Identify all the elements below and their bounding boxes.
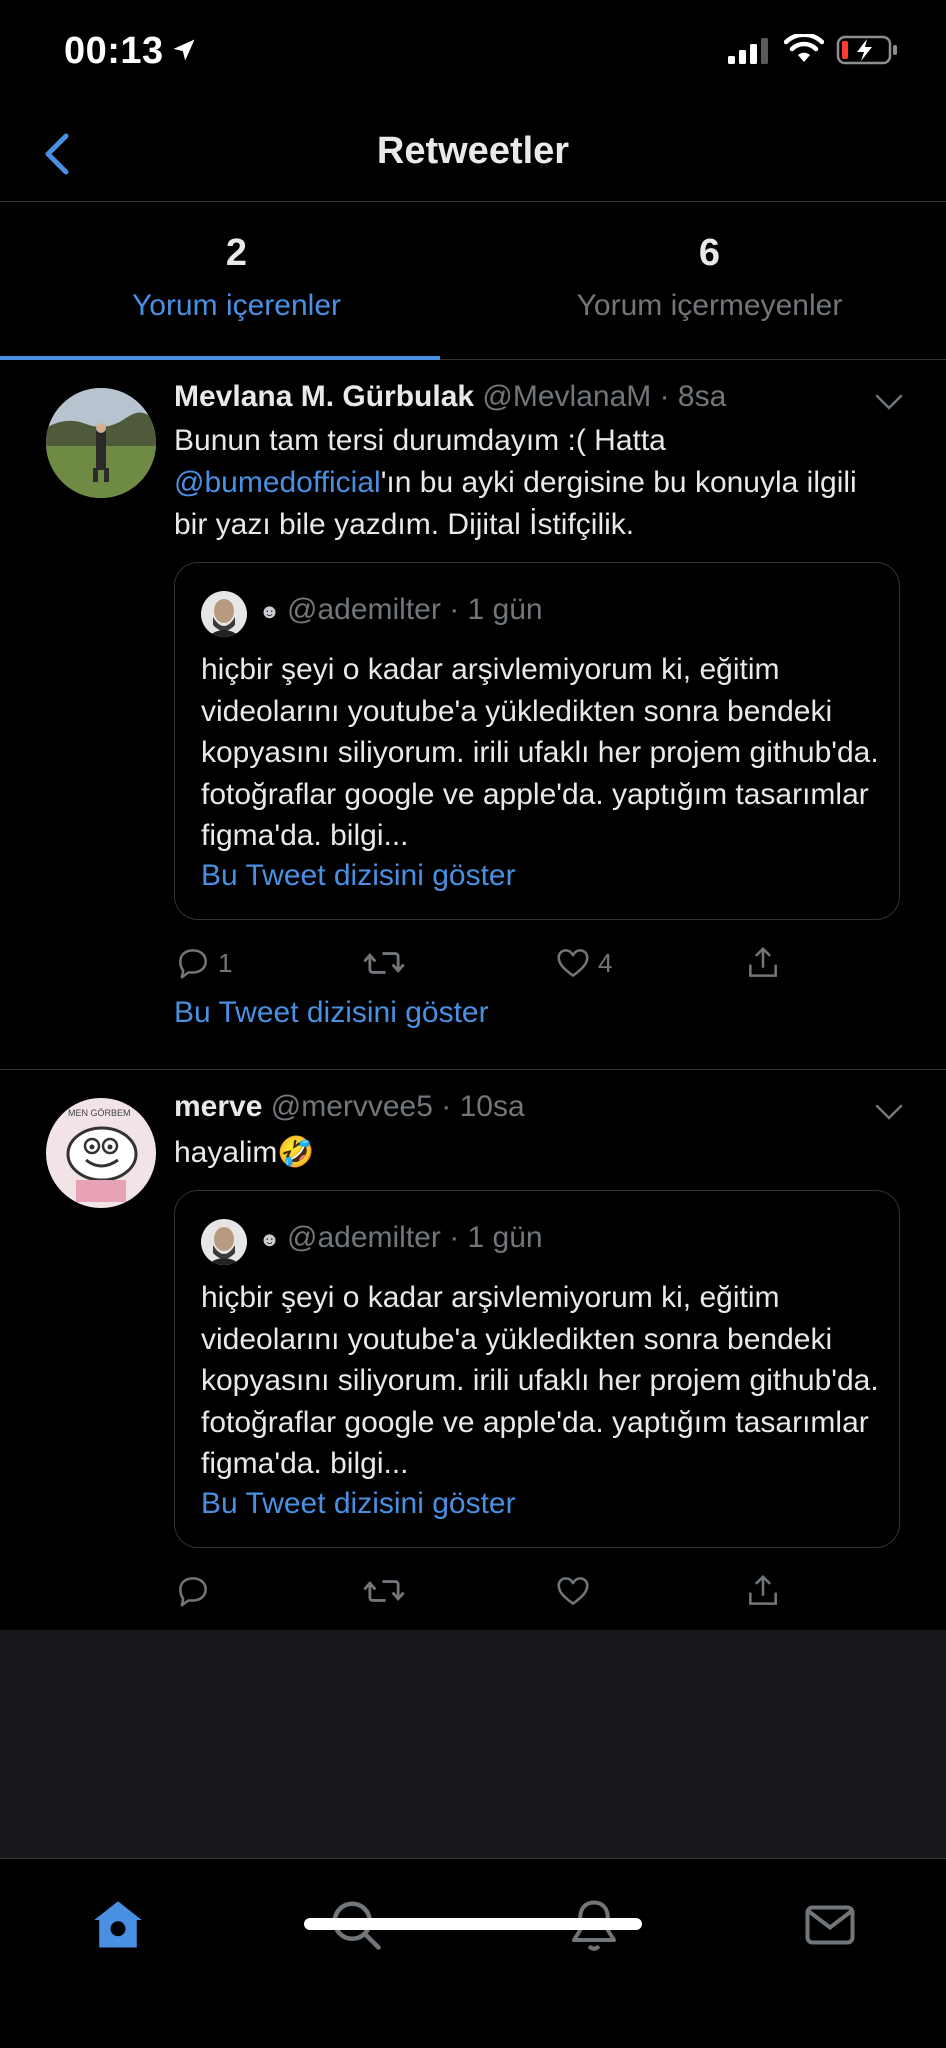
reply-icon [179, 949, 207, 979]
quoted-thread-link[interactable]: Bu Tweet dizisini göster [201, 859, 516, 893]
chevron-down-icon[interactable] [874, 1102, 904, 1122]
retweet-button[interactable] [362, 938, 412, 988]
smile-icon: ☻ [259, 1229, 281, 1251]
tab-count: 2 [225, 232, 248, 274]
bottom-tab-bar [0, 1858, 946, 2048]
home-icon[interactable] [88, 1895, 148, 1955]
tweet-text: hayalim🤣 [174, 1136, 315, 1169]
mail-icon[interactable] [800, 1895, 860, 1955]
share-button[interactable] [744, 938, 782, 988]
tweet[interactable]: MEN GÖRBEM merve @mervvee5 · 10sa hayali… [0, 1070, 946, 1630]
smile-icon: ☻ [259, 601, 281, 623]
quoted-tweet[interactable]: ☻ @ademilter · 1 gün hiçbir şeyi o kadar… [174, 1190, 900, 1548]
mention-link[interactable]: @bumedofficial [174, 466, 381, 499]
avatar[interactable]: MEN GÖRBEM [46, 1098, 156, 1208]
quoted-thread-link[interactable]: Bu Tweet dizisini göster [201, 1487, 516, 1521]
quoted-text: hiçbir şeyi o kadar arşivlemiyorum ki, e… [201, 653, 879, 852]
cellular-signal-icon [728, 38, 768, 64]
like-button[interactable] [554, 1566, 598, 1616]
share-button[interactable] [744, 1566, 782, 1616]
retweet-tabs: 2 Yorum içerenler 6 Yorum içermeyenler [0, 202, 946, 360]
show-thread-link[interactable]: Bu Tweet dizisini göster [174, 996, 489, 1030]
reply-count: 1 [218, 947, 233, 978]
wifi-icon [784, 34, 824, 62]
quoted-handle: @ademilter [287, 593, 441, 626]
home-indicator[interactable] [304, 1918, 642, 1930]
retweet-icon [363, 952, 405, 974]
reply-button[interactable] [174, 1566, 218, 1616]
avatar[interactable] [46, 388, 156, 498]
tweet-header: merve @mervvee5 · 10sa [174, 1090, 525, 1124]
quoted-header: @ademilter · 1 gün [287, 593, 543, 627]
quoted-time: · 1 gün [449, 593, 543, 626]
tweet-text: Bunun tam tersi durumdayım :( Hatta @bum… [174, 420, 894, 546]
quoted-tweet[interactable]: ☻ @ademilter · 1 gün hiçbir şeyi o kadar… [174, 562, 900, 920]
quoted-time: · 1 gün [449, 1221, 543, 1254]
chevron-down-icon[interactable] [874, 392, 904, 412]
display-name[interactable]: Mevlana M. Gürbulak [174, 380, 474, 413]
tweet-time: · 8sa [659, 380, 727, 413]
tweet-text-part: Bunun tam tersi durumdayım :( Hatta [174, 424, 666, 457]
reply-icon [179, 1577, 207, 1607]
retweet-button[interactable] [362, 1566, 412, 1616]
retweet-icon [363, 1580, 405, 1602]
tab-label: Yorum içerenler [132, 289, 341, 322]
like-count: 4 [598, 947, 613, 978]
tweet-header: Mevlana M. Gürbulak @MevlanaM · 8sa [174, 380, 726, 414]
tab-with-comments[interactable]: 2 Yorum içerenler [0, 202, 473, 360]
status-bar: 00:13 [0, 0, 946, 104]
tab-without-comments[interactable]: 6 Yorum içermeyenler [473, 202, 946, 360]
page-title: Retweetler [376, 130, 570, 172]
tab-label: Yorum içermeyenler [576, 289, 843, 322]
tab-count: 6 [698, 232, 721, 274]
svg-text:MEN GÖRBEM: MEN GÖRBEM [68, 1108, 131, 1118]
quoted-handle: @ademilter [287, 1221, 441, 1254]
quoted-avatar [201, 591, 247, 637]
reply-button[interactable]: 1 [174, 938, 232, 988]
user-handle[interactable]: @mervvee5 [271, 1090, 433, 1123]
location-arrow-icon [173, 39, 195, 61]
quoted-header: @ademilter · 1 gün [287, 1221, 543, 1255]
like-button[interactable]: 4 [554, 938, 612, 988]
heart-icon [557, 1577, 589, 1605]
navigation-bar: Retweetler [0, 104, 946, 202]
tweet-actions: 1 4 [174, 938, 814, 988]
share-icon [749, 1574, 777, 1605]
empty-list-area [0, 1630, 946, 1858]
tweet-actions [174, 1566, 814, 1616]
status-time: 00:13 [64, 30, 164, 72]
user-handle[interactable]: @MevlanaM [482, 380, 651, 413]
display-name[interactable]: merve [174, 1090, 262, 1123]
quoted-text: hiçbir şeyi o kadar arşivlemiyorum ki, e… [201, 1281, 879, 1480]
battery-charging-icon [836, 35, 897, 65]
share-icon [749, 946, 777, 977]
tweet-time: · 10sa [441, 1090, 525, 1123]
tweet[interactable]: Mevlana M. Gürbulak @MevlanaM · 8sa Bunu… [0, 360, 946, 1070]
quoted-avatar [201, 1219, 247, 1265]
heart-icon [557, 949, 589, 977]
